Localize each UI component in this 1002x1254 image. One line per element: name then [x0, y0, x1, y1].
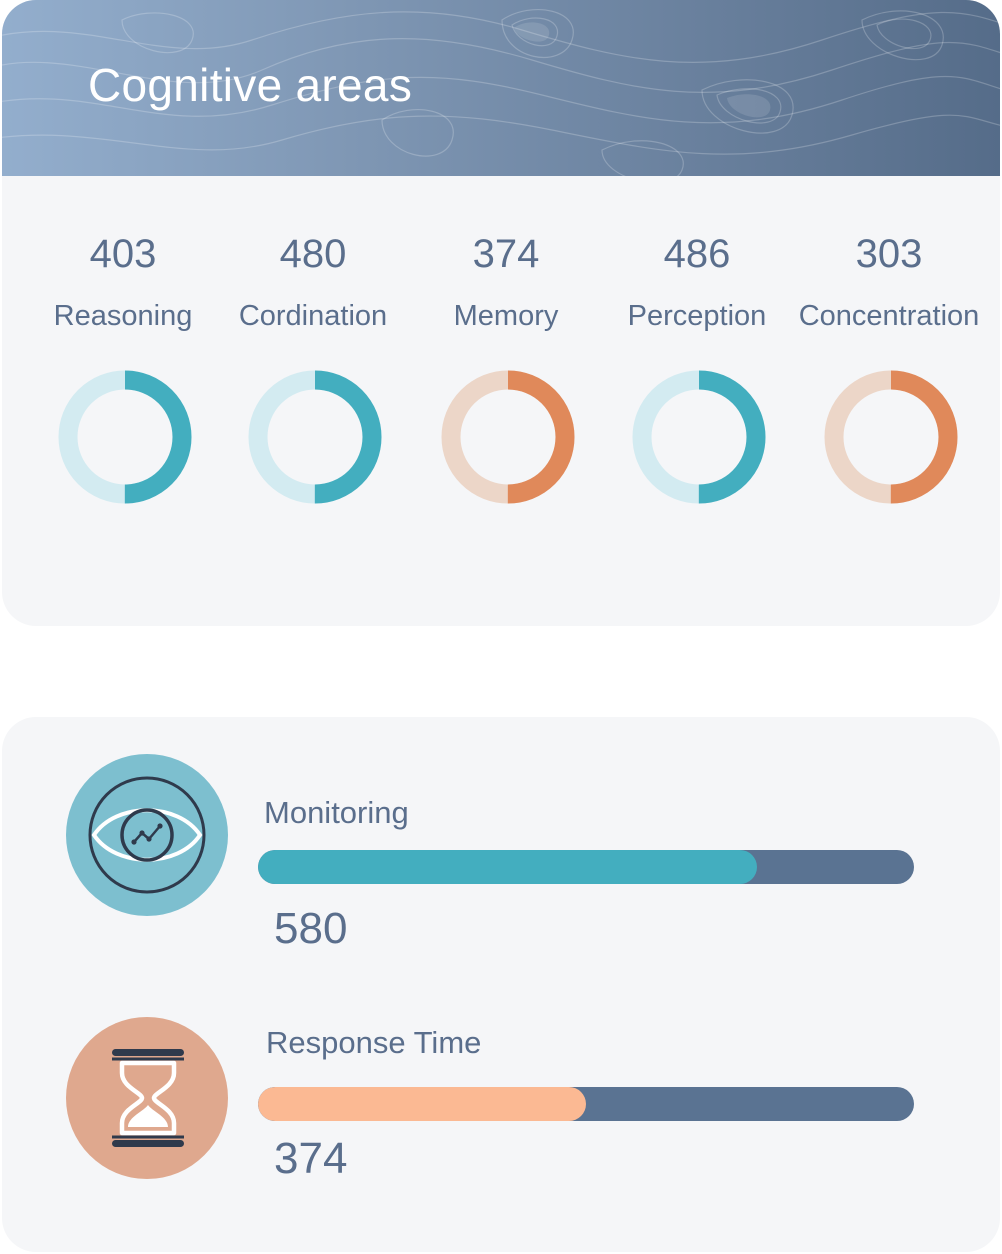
response-time-progress-bar — [258, 1087, 914, 1121]
response-time-label: Response Time — [266, 1025, 482, 1060]
metric-value: 403 — [89, 232, 157, 276]
metric-perception: 486 Perception — [602, 232, 792, 512]
hourglass-icon — [66, 1017, 228, 1179]
response-time-progress-fill — [258, 1087, 586, 1121]
monitoring-progress-fill — [258, 850, 757, 884]
metric-value: 303 — [855, 232, 923, 276]
eye-chart-icon — [66, 754, 228, 916]
metric-memory: 374 Memory — [411, 232, 601, 512]
response-time-value: 374 — [274, 1134, 348, 1183]
donut-ring — [632, 370, 766, 504]
donut-ring — [824, 370, 958, 504]
metric-value: 486 — [663, 232, 731, 276]
monitoring-value: 580 — [274, 904, 348, 953]
donut-ring — [248, 370, 382, 504]
metric-label: Concentration — [798, 300, 980, 332]
metric-reasoning: 403 Reasoning — [28, 232, 218, 512]
metric-value: 480 — [279, 232, 347, 276]
donut-ring — [441, 370, 575, 504]
metric-cordination: 480 Cordination — [218, 232, 408, 512]
monitoring-progress-bar — [258, 850, 914, 884]
stats-card: Monitoring 580 Response Time 374 — [2, 717, 1000, 1252]
card-header: Cognitive areas — [2, 0, 1000, 176]
metric-label: Cordination — [238, 300, 388, 332]
metric-label: Perception — [627, 300, 767, 332]
cognitive-areas-card: Cognitive areas 403 Reasoning 480 Cordinati… — [2, 0, 1000, 626]
page-title: Cognitive areas — [88, 59, 413, 111]
monitoring-label: Monitoring — [264, 795, 409, 830]
donut-ring — [58, 370, 192, 504]
metric-concentration: 303 Concentration — [794, 232, 984, 512]
metric-label: Reasoning — [53, 300, 193, 332]
metric-value: 374 — [472, 232, 540, 276]
metric-label: Memory — [453, 300, 559, 332]
